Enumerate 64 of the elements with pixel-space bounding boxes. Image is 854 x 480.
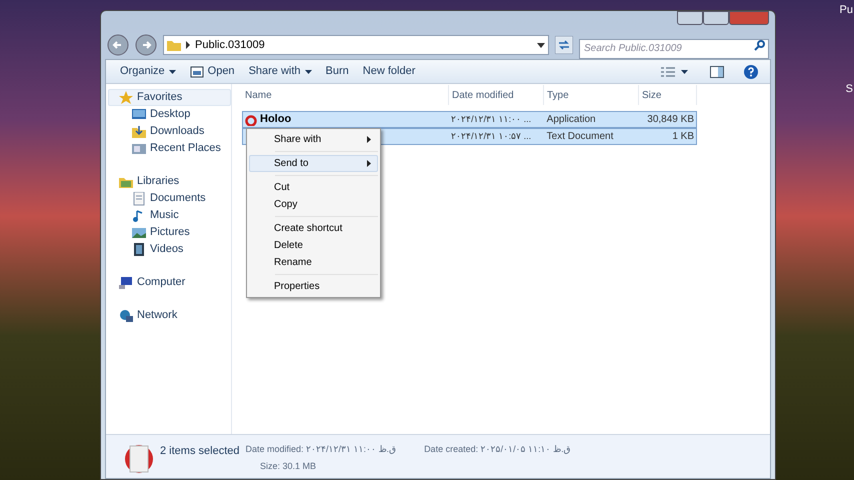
preview-pane-icon — [710, 66, 724, 78]
open-icon — [190, 66, 204, 78]
toolbar-button[interactable]: Organize — [116, 62, 180, 82]
folder-icon — [167, 39, 181, 51]
size-cell-text: 1 KB — [672, 130, 694, 144]
search-field[interactable]: Search Public.031009 — [579, 38, 769, 58]
help-icon — [744, 64, 758, 78]
desktop-icon — [132, 108, 146, 122]
search-icon — [754, 40, 765, 51]
nav-item[interactable]: Favorites — [108, 89, 231, 106]
nav-item[interactable]: Music — [108, 207, 231, 224]
size-label: Size: 30.1 MB — [260, 460, 316, 472]
date-cell-text: ۲۰۲۴/۱۲/۳۱ ۱۱:۰۰ ... — [450, 112, 532, 126]
dropdown-icon — [537, 42, 545, 48]
date-modified-label: Date modified: ۲۰۲۴/۱۲/۳۱ ق.ظ ۱۱:۰۰ — [245, 443, 396, 456]
nav-item[interactable]: Videos — [108, 241, 231, 258]
app-icon — [245, 114, 257, 126]
nav-item[interactable]: Recent Places — [108, 140, 231, 157]
nav-item[interactable]: Pictures — [108, 224, 231, 241]
menu-item[interactable]: Delete — [249, 237, 378, 254]
column-header[interactable]: Name — [242, 85, 449, 105]
refresh-icon — [555, 36, 573, 54]
address-field[interactable]: Public.031009 — [163, 35, 549, 55]
toolbar-button[interactable]: Share with — [244, 62, 316, 82]
nav-item[interactable]: Computer — [108, 274, 231, 291]
nav-item[interactable]: Downloads — [108, 123, 231, 140]
nav-item[interactable]: Network — [108, 307, 231, 324]
column-header[interactable]: Type — [544, 85, 639, 105]
type-cell-text: Application — [546, 113, 597, 127]
chevron-icon — [185, 41, 191, 49]
column-header[interactable]: Size — [639, 85, 697, 105]
type-cell-text: Text Document — [546, 130, 614, 144]
selection-count: 2 items selected — [160, 444, 240, 459]
toolbar-button[interactable]: New folder — [358, 62, 420, 82]
desktop-icon-label[interactable]: S — [846, 80, 854, 97]
size-cell-text: 30,849 KB — [647, 113, 694, 127]
menu-item[interactable]: Properties — [249, 278, 378, 295]
nav-item[interactable]: Desktop — [108, 106, 231, 123]
desktop-icon-label[interactable]: Pu — [840, 2, 854, 18]
menu-item[interactable]: Share with — [249, 131, 378, 148]
menu-item[interactable]: Cut — [249, 179, 378, 196]
maximize-button[interactable] — [703, 11, 729, 25]
dropdown-icon — [681, 70, 688, 74]
minimize-button[interactable] — [677, 11, 703, 25]
toolbar-button[interactable]: Burn — [322, 62, 353, 82]
favorites-icon — [119, 90, 133, 104]
network-icon — [119, 308, 133, 322]
pictures-icon — [132, 226, 146, 240]
column-header[interactable]: Date modified — [449, 85, 544, 105]
menu-item[interactable]: Copy — [249, 196, 378, 213]
menu-item[interactable]: Send to — [249, 155, 378, 172]
nav-item[interactable]: Libraries — [108, 173, 231, 190]
documents-icon — [132, 192, 146, 206]
toolbar-button[interactable]: Open — [186, 62, 239, 82]
videos-icon — [132, 242, 146, 256]
view-list-icon — [661, 66, 675, 76]
date-cell-text: ۲۰۲۴/۱۲/۳۱ ۱۰:۵۷ ... — [450, 130, 532, 143]
menu-item[interactable]: Rename — [249, 254, 378, 271]
nav-item[interactable]: Documents — [108, 190, 231, 207]
date-created-label: Date created: ۲۰۲۵/۰۱/۰۵ ق.ظ ۱۱:۱۰ — [424, 443, 571, 456]
downloads-icon — [132, 124, 146, 138]
file-name: Holoo — [260, 112, 292, 128]
computer-icon — [119, 276, 133, 290]
menu-item[interactable]: Create shortcut — [249, 220, 378, 237]
